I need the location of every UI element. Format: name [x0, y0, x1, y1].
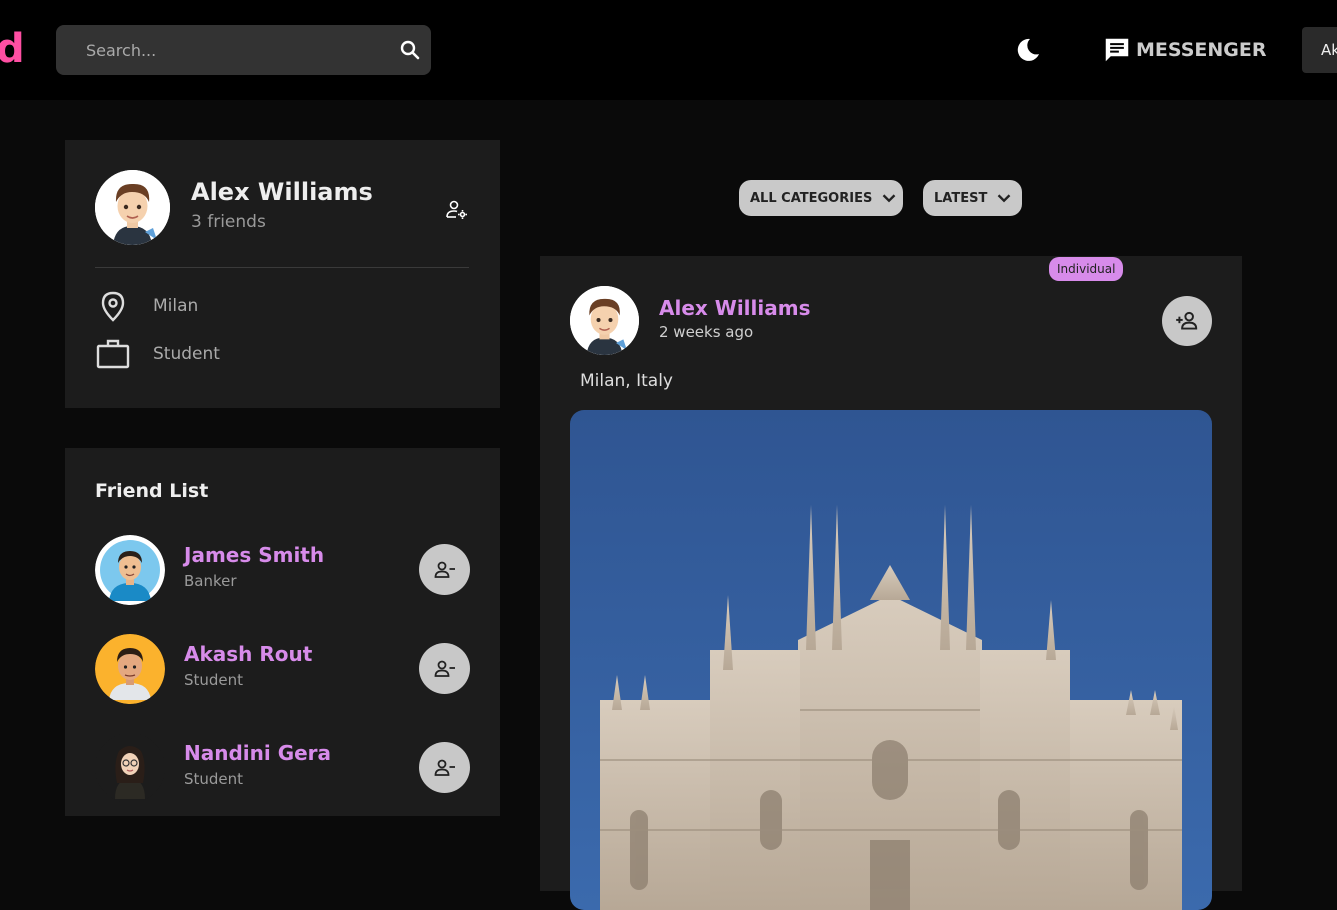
remove-friend-button[interactable] [419, 742, 470, 793]
friend-occupation: Student [184, 671, 244, 689]
chevron-down-icon [882, 194, 896, 203]
chevron-down-icon [997, 194, 1011, 203]
briefcase-icon [96, 339, 130, 369]
remove-friend-button[interactable] [419, 643, 470, 694]
person-remove-icon [434, 561, 455, 578]
navbar: d MESSENGER Ak [0, 0, 1337, 100]
friend-avatar[interactable] [95, 733, 165, 803]
friend-item: Akash Rout Student [95, 634, 470, 704]
friend-occupation: Banker [184, 572, 237, 590]
user-menu-button[interactable]: Ak [1302, 27, 1337, 73]
sort-filter-select[interactable]: LATEST [923, 180, 1022, 216]
person-add-icon [1176, 311, 1198, 330]
search-icon[interactable] [398, 38, 422, 62]
friend-avatar[interactable] [95, 535, 165, 605]
friend-item: James Smith Banker [95, 535, 470, 605]
post-card: Individual Alex Williams 2 weeks ago Mil… [540, 256, 1242, 910]
profile-avatar[interactable] [95, 170, 170, 245]
friend-occupation: Student [184, 770, 244, 788]
messenger-label: MESSENGER [1136, 39, 1267, 61]
category-filter-label: ALL CATEGORIES [750, 190, 873, 206]
app-logo[interactable]: d [0, 24, 25, 74]
profile-divider [95, 267, 469, 268]
location-pin-icon [101, 291, 125, 322]
add-friend-button[interactable] [1162, 296, 1212, 346]
friend-name[interactable]: Akash Rout [184, 642, 312, 666]
profile-location-row: Milan [95, 288, 198, 324]
manage-accounts-icon[interactable] [445, 198, 469, 222]
friend-list-title: Friend List [95, 480, 209, 502]
remove-friend-button[interactable] [419, 544, 470, 595]
post-image[interactable] [570, 410, 1212, 910]
search-bar [56, 25, 431, 75]
search-input[interactable] [56, 25, 366, 75]
category-filter-select[interactable]: ALL CATEGORIES [739, 180, 903, 216]
friend-avatar[interactable] [95, 634, 165, 704]
profile-name[interactable]: Alex Williams [191, 178, 373, 206]
post-type-badge: Individual [1049, 257, 1124, 281]
profile-location: Milan [153, 296, 199, 316]
post-timestamp: 2 weeks ago [659, 323, 754, 341]
friend-name[interactable]: Nandini Gera [184, 741, 331, 765]
sort-filter-label: LATEST [934, 190, 988, 206]
post-author-avatar[interactable] [570, 286, 639, 355]
person-remove-icon [434, 759, 455, 776]
profile-friend-count: 3 friends [191, 212, 266, 232]
messenger-link[interactable]: MESSENGER [1102, 34, 1267, 66]
chat-icon [1105, 38, 1129, 62]
moon-icon[interactable] [1014, 36, 1042, 64]
friend-name[interactable]: James Smith [184, 543, 324, 567]
profile-occupation: Student [153, 344, 220, 364]
profile-card: Alex Williams 3 friends Milan Student [65, 140, 500, 408]
profile-occupation-row: Student [95, 336, 220, 372]
post-author-name[interactable]: Alex Williams [659, 296, 810, 320]
person-remove-icon [434, 660, 455, 677]
friend-item: Nandini Gera Student [95, 733, 470, 803]
post-location: Milan, Italy [580, 371, 673, 391]
friend-list-card: Friend List James Smith Banker Akash Rou… [65, 448, 500, 816]
